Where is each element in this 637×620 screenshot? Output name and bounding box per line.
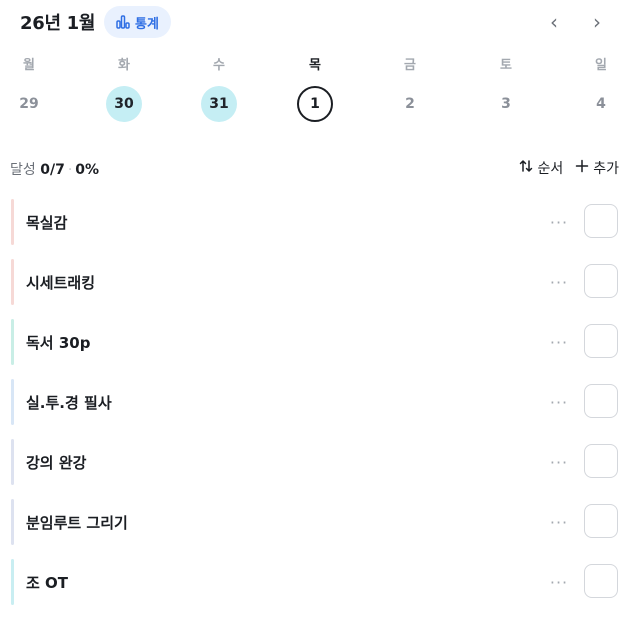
date-label: 3 [501,96,511,112]
add-label: 추가 [593,161,619,177]
list-actions: 순서 추가 [519,158,619,178]
weekday-thu: 목 [309,58,321,73]
task-color-bar [11,379,14,425]
date-label: 1 [310,96,320,112]
date-cell[interactable]: 4 [583,86,619,122]
date-cell-today[interactable]: 1 [297,86,333,122]
date-label: 4 [596,96,606,112]
weekday-tue: 화 [118,58,130,73]
task-checkbox[interactable] [584,564,618,598]
task-name: 조 OT [26,574,69,592]
weekday-sat: 토 [500,58,512,73]
task-name: 분임루트 그리기 [26,514,128,532]
task-checkbox[interactable] [584,204,618,238]
task-row[interactable]: 분임루트 그리기 ··· [0,499,637,545]
stats-button-label: 통계 [135,16,159,32]
next-week-button[interactable]: › [585,10,609,34]
task-row[interactable]: 목실감 ··· [0,199,637,245]
task-checkbox[interactable] [584,324,618,358]
task-color-bar [11,439,14,485]
task-name: 독서 30p [26,334,91,352]
more-options-icon[interactable]: ··· [546,509,572,535]
date-cell[interactable]: 30 [106,86,142,122]
progress-summary: 달성 0/7 · 0% [10,159,99,179]
more-options-icon[interactable]: ··· [546,569,572,595]
date-cell[interactable]: 3 [488,86,524,122]
bar-chart-icon [116,15,130,29]
more-options-icon[interactable]: ··· [546,449,572,475]
task-row[interactable]: 조 OT ··· [0,559,637,605]
task-row[interactable]: 강의 완강 ··· [0,439,637,485]
task-name: 강의 완강 [26,454,87,472]
task-name: 시세트래킹 [26,274,96,292]
date-label: 30 [114,96,134,112]
task-checkbox[interactable] [584,504,618,538]
date-row: 29 30 31 1 2 3 4 [0,86,637,122]
weekday-mon: 월 [23,58,35,73]
task-color-bar [11,199,14,245]
weekday-sun: 일 [595,58,607,73]
more-options-icon[interactable]: ··· [546,269,572,295]
month-title: 26년 1월 [20,13,96,34]
more-options-icon[interactable]: ··· [546,329,572,355]
summary-label: 달성 [10,162,36,178]
date-cell[interactable]: 2 [392,86,428,122]
task-color-bar [11,499,14,545]
sort-arrows-icon [519,159,533,177]
chevron-left-icon: ‹ [550,10,558,34]
date-label: 29 [19,96,39,112]
calendar-header: 26년 1월 통계 ‹ › [0,0,637,42]
task-color-bar [11,319,14,365]
task-row[interactable]: 실.투.경 필사 ··· [0,379,637,425]
task-checkbox[interactable] [584,264,618,298]
sort-button[interactable]: 순서 [519,158,563,178]
task-checkbox[interactable] [584,444,618,478]
summary-percent: 0% [75,162,100,178]
summary-count: 0/7 [40,162,65,178]
summary-separator: · [67,162,73,178]
task-color-bar [11,259,14,305]
date-label: 31 [209,96,229,112]
weekday-fri: 금 [404,58,416,73]
date-label: 2 [405,96,415,112]
more-options-icon[interactable]: ··· [546,389,572,415]
weekday-wed: 수 [213,58,225,73]
chevron-right-icon: › [593,10,601,34]
plus-icon [575,159,589,177]
stats-button[interactable]: 통계 [104,6,171,38]
prev-week-button[interactable]: ‹ [542,10,566,34]
weekday-row: 월 화 수 목 금 토 일 [0,54,637,78]
task-checkbox[interactable] [584,384,618,418]
date-cell[interactable]: 29 [11,86,47,122]
date-cell[interactable]: 31 [201,86,237,122]
more-options-icon[interactable]: ··· [546,209,572,235]
task-color-bar [11,559,14,605]
task-row[interactable]: 시세트래킹 ··· [0,259,637,305]
task-name: 목실감 [26,214,68,232]
sort-label: 순서 [537,161,564,177]
task-row[interactable]: 독서 30p ··· [0,319,637,365]
add-task-button[interactable]: 추가 [575,158,619,178]
task-name: 실.투.경 필사 [26,394,112,412]
